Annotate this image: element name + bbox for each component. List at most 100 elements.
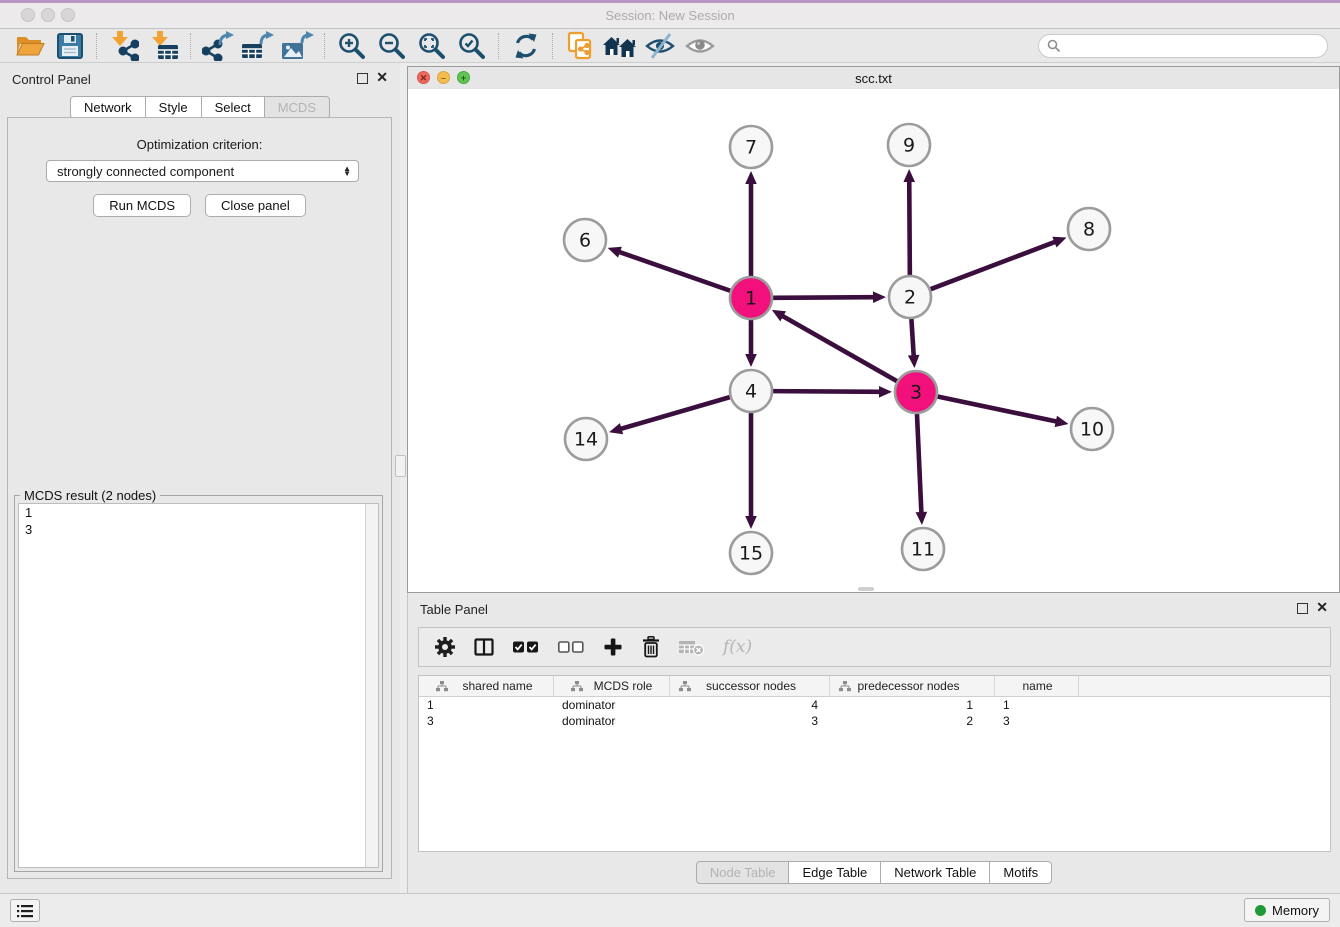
network-canvas[interactable]: 7 9 6 8 1 2 4 3 14 10 15 11: [408, 89, 1339, 592]
close-panel-icon[interactable]: ✕: [376, 70, 388, 84]
function-builder-button[interactable]: f(x): [723, 637, 752, 657]
show-column-panel-button[interactable]: [474, 638, 494, 656]
copy-share-button[interactable]: [560, 30, 600, 62]
canvas-hscroll-handle[interactable]: [858, 587, 874, 591]
cell-successor-nodes[interactable]: 3: [670, 714, 830, 728]
task-history-button[interactable]: [10, 899, 40, 922]
graph-edge[interactable]: [931, 241, 1057, 289]
cell-shared-name[interactable]: 3: [419, 714, 554, 728]
column-header-successor-nodes[interactable]: successor nodes: [670, 676, 830, 696]
open-session-button[interactable]: [10, 30, 50, 62]
control-panel-tabs: Network Style Select MCDS: [0, 96, 400, 119]
graph-edge[interactable]: [773, 391, 881, 392]
graph-node-8[interactable]: 8: [1068, 208, 1110, 250]
graph-node-2[interactable]: 2: [889, 276, 931, 318]
node-table[interactable]: shared name MCDS role successor nodes pr…: [418, 675, 1331, 852]
delete-table-button[interactable]: [679, 639, 704, 656]
graph-edge[interactable]: [938, 397, 1058, 422]
cell-name[interactable]: 1: [995, 698, 1079, 712]
cell-mcds-role[interactable]: dominator: [554, 698, 670, 712]
export-image-button[interactable]: [278, 30, 318, 62]
graph-node-6[interactable]: 6: [564, 219, 606, 261]
mcds-result-list[interactable]: 1 3: [18, 503, 379, 868]
graph-node-1[interactable]: 1: [730, 277, 772, 319]
graph-node-4[interactable]: 4: [730, 370, 772, 412]
import-network-button[interactable]: [104, 30, 144, 62]
deselect-all-rows-button[interactable]: [558, 641, 584, 653]
column-header-name[interactable]: name: [995, 676, 1079, 696]
cell-predecessor-nodes[interactable]: 1: [830, 698, 995, 712]
tab-network[interactable]: Network: [70, 96, 146, 119]
save-session-button[interactable]: [50, 30, 90, 62]
export-network-button[interactable]: [198, 30, 238, 62]
table-tabs: Node Table Edge Table Network Table Moti…: [408, 861, 1340, 884]
search-box[interactable]: [1038, 34, 1328, 58]
shared-column-icon: [839, 681, 851, 692]
show-all-button[interactable]: [680, 30, 720, 62]
zoom-out-icon: [378, 32, 406, 60]
window-title: Session: New Session: [0, 8, 1340, 23]
tab-edge-table[interactable]: Edge Table: [789, 861, 881, 884]
delete-column-button[interactable]: [642, 636, 660, 658]
home-views-button[interactable]: [600, 30, 640, 62]
tab-style[interactable]: Style: [146, 96, 202, 119]
cell-predecessor-nodes[interactable]: 2: [830, 714, 995, 728]
graph-node-10[interactable]: 10: [1071, 408, 1113, 450]
graph-edge[interactable]: [781, 315, 896, 381]
close-table-panel-icon[interactable]: ✕: [1316, 600, 1328, 614]
search-input[interactable]: [1065, 37, 1327, 54]
graph-edge[interactable]: [618, 252, 730, 291]
criterion-select[interactable]: strongly connected component ▲▼: [46, 160, 359, 182]
refresh-button[interactable]: [506, 30, 546, 62]
tab-network-table[interactable]: Network Table: [881, 861, 990, 884]
export-table-button[interactable]: [238, 30, 278, 62]
graph-node-3[interactable]: 3: [895, 371, 937, 413]
table-row[interactable]: 3 dominator 3 2 3: [419, 713, 1330, 729]
add-column-button[interactable]: [603, 637, 623, 657]
float-panel-icon[interactable]: [357, 73, 368, 84]
column-header-shared-name[interactable]: shared name: [419, 676, 554, 696]
graph-edge[interactable]: [909, 180, 910, 275]
tab-mcds[interactable]: MCDS: [265, 96, 330, 119]
cell-name[interactable]: 3: [995, 714, 1079, 728]
graph-edge[interactable]: [911, 319, 913, 357]
cell-successor-nodes[interactable]: 4: [670, 698, 830, 712]
zoom-selected-button[interactable]: [452, 30, 492, 62]
graph-edge-arrowhead: [1055, 416, 1069, 427]
graph-edge[interactable]: [620, 397, 730, 429]
cell-mcds-role[interactable]: dominator: [554, 714, 670, 728]
network-view-title: scc.txt: [408, 71, 1339, 86]
float-table-panel-icon[interactable]: [1297, 603, 1308, 614]
optimization-criterion-label: Optimization criterion:: [8, 137, 391, 152]
tab-motifs[interactable]: Motifs: [990, 861, 1052, 884]
tab-select[interactable]: Select: [202, 96, 265, 119]
graph-node-15[interactable]: 15: [730, 532, 772, 574]
zoom-out-button[interactable]: [372, 30, 412, 62]
graph-edge[interactable]: [773, 297, 875, 298]
zoom-in-button[interactable]: [332, 30, 372, 62]
memory-button[interactable]: Memory: [1244, 898, 1330, 922]
graph-node-11[interactable]: 11: [902, 528, 944, 570]
hide-selected-button[interactable]: [640, 30, 680, 62]
graph-node-14[interactable]: 14: [565, 418, 607, 460]
run-mcds-button[interactable]: Run MCDS: [93, 194, 191, 217]
result-scrollbar[interactable]: [365, 504, 378, 867]
column-header-predecessor-nodes[interactable]: predecessor nodes: [830, 676, 995, 696]
panel-splitter-handle[interactable]: [395, 455, 406, 477]
import-table-button[interactable]: [144, 30, 184, 62]
table-settings-button[interactable]: [435, 637, 455, 657]
network-window-titlebar[interactable]: ✕ – + scc.txt: [408, 67, 1339, 90]
cell-shared-name[interactable]: 1: [419, 698, 554, 712]
export-table-icon: [241, 31, 275, 61]
tab-node-table[interactable]: Node Table: [696, 861, 790, 884]
graph-node-9[interactable]: 9: [888, 124, 930, 166]
graph-edge[interactable]: [917, 414, 921, 514]
control-panel: Control Panel ✕ Network Style Select MCD…: [0, 63, 400, 893]
select-all-rows-button[interactable]: [513, 641, 539, 653]
zoom-fit-button[interactable]: [412, 30, 452, 62]
graph-node-7[interactable]: 7: [730, 126, 772, 168]
column-header-mcds-role[interactable]: MCDS role: [554, 676, 670, 696]
table-row[interactable]: 1 dominator 4 1 1: [419, 697, 1330, 713]
graph-edge-arrowhead: [903, 169, 915, 182]
close-panel-button[interactable]: Close panel: [205, 194, 306, 217]
